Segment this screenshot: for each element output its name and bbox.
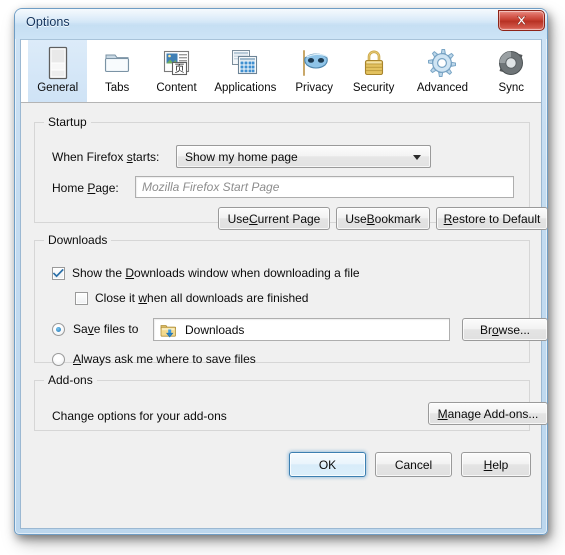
security-padlock-icon — [359, 45, 389, 80]
close-when-finished-checkbox-row[interactable]: Close it when all downloads are finished — [75, 291, 308, 305]
always-ask-radio-row[interactable]: Always ask me where to save files — [52, 352, 256, 366]
sync-refresh-icon — [495, 45, 527, 80]
help-button[interactable]: Help — [461, 452, 531, 477]
tab-privacy[interactable]: Privacy — [284, 40, 343, 102]
ok-button[interactable]: OK — [289, 452, 366, 477]
startup-group: Startup When Firefox starts: Show my hom… — [34, 115, 548, 230]
title-bar[interactable]: Options — [15, 9, 547, 39]
titlebar-gloss — [15, 9, 547, 23]
content-page-icon: 页 — [160, 45, 194, 80]
tab-sync-label: Sync — [498, 82, 525, 94]
tab-general-label: General — [37, 82, 79, 94]
general-document-icon — [45, 45, 71, 80]
addons-legend: Add-ons — [48, 373, 93, 387]
tab-strip: General Tabs 页 Content Applications Priv… — [21, 40, 541, 103]
save-files-to-label: Save files to — [73, 322, 139, 336]
home-page-placeholder: Mozilla Firefox Start Page — [142, 180, 280, 194]
close-x-icon — [516, 15, 527, 25]
privacy-mask-icon — [297, 45, 331, 80]
tab-security-label: Security — [352, 82, 395, 94]
startup-behavior-value: Show my home page — [185, 149, 298, 164]
chevron-down-icon — [413, 154, 421, 160]
advanced-gear-icon — [425, 45, 459, 80]
general-panel: Startup When Firefox starts: Show my hom… — [21, 103, 548, 529]
tab-sync[interactable]: Sync — [482, 40, 541, 102]
startup-behavior-dropdown[interactable]: Show my home page — [176, 145, 431, 168]
radio-dot — [56, 326, 61, 332]
save-files-to-radio[interactable] — [52, 322, 65, 336]
save-path-field[interactable]: Downloads — [153, 318, 450, 341]
always-ask-label: Always ask me where to save files — [73, 352, 256, 366]
show-downloads-window-checkbox-row[interactable]: Show the Downloads window when downloadi… — [52, 266, 360, 280]
addons-group: Add-ons Change options for your add-ons … — [34, 373, 548, 431]
applications-windows-icon — [227, 45, 263, 80]
tab-content[interactable]: 页 Content — [147, 40, 206, 102]
tab-applications[interactable]: Applications — [206, 40, 284, 102]
use-bookmark-button[interactable]: Use Bookmark — [336, 207, 430, 230]
browse-button[interactable]: Br o wse... — [462, 318, 548, 341]
save-path-value: Downloads — [185, 322, 245, 337]
options-dialog-window: Options General Tabs 页 Content Applicati… — [14, 8, 548, 535]
manage-addons-button[interactable]: Manage Add-ons... — [428, 402, 548, 425]
dialog-client-area: General Tabs 页 Content Applications Priv… — [20, 39, 548, 529]
ok-button-label: OK — [318, 457, 337, 472]
always-ask-radio[interactable] — [52, 352, 65, 366]
startup-legend: Startup — [48, 115, 87, 129]
home-page-input[interactable]: Mozilla Firefox Start Page — [135, 176, 514, 198]
downloads-group: Downloads Show the Downloads window when… — [34, 233, 548, 366]
tab-applications-label: Applications — [214, 82, 277, 94]
checkmark-icon — [53, 268, 64, 277]
show-downloads-window-checkbox[interactable] — [52, 266, 65, 280]
svg-text:页: 页 — [174, 63, 184, 75]
tab-privacy-label: Privacy — [295, 82, 334, 94]
cancel-button-label: Cancel — [394, 457, 433, 472]
close-when-finished-label: Close it when all downloads are finished — [95, 291, 309, 305]
tab-tabs[interactable]: Tabs — [87, 40, 146, 102]
restore-to-default-button[interactable]: Restore to Default — [436, 207, 548, 230]
downloads-folder-icon — [160, 324, 176, 337]
tab-advanced-label: Advanced — [416, 82, 468, 94]
addons-description: Change options for your add-ons — [52, 409, 227, 423]
tabs-folder-icon — [101, 45, 133, 80]
downloads-legend: Downloads — [48, 233, 108, 247]
when-firefox-starts-label: When Firefox starts: — [52, 150, 160, 164]
show-downloads-window-label: Show the Downloads window when downloadi… — [72, 266, 360, 280]
tab-content-label: Content — [156, 82, 197, 94]
window-title: Options — [26, 15, 70, 29]
tab-advanced[interactable]: Advanced — [403, 40, 481, 102]
close-button[interactable] — [498, 10, 545, 31]
use-current-page-button[interactable]: Use Current Page — [218, 207, 330, 230]
tab-general[interactable]: General — [28, 40, 88, 102]
tab-tabs-label: Tabs — [104, 82, 130, 94]
home-page-label: Home Page: — [52, 181, 119, 195]
save-files-to-radio-row[interactable]: Save files to — [52, 322, 138, 336]
tab-security[interactable]: Security — [344, 40, 403, 102]
cancel-button[interactable]: Cancel — [375, 452, 452, 477]
close-when-finished-checkbox[interactable] — [75, 291, 88, 305]
